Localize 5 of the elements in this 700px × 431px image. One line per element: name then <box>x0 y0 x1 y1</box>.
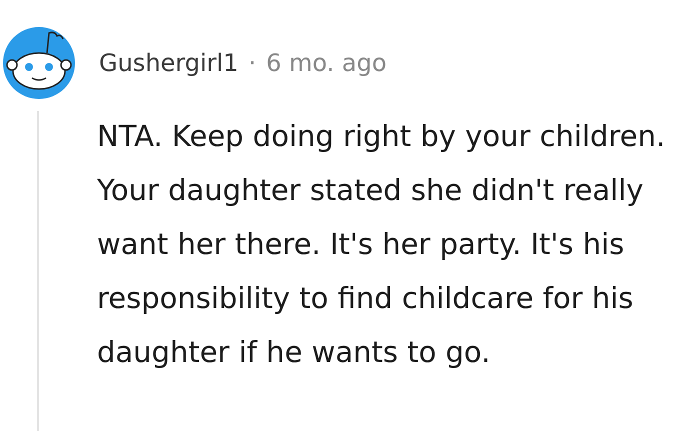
comment-text: NTA. Keep doing right by your children. Your daughter stated she didn't really want her there. It's her party. It's his responsibility to find childcare for his daughter if he wants to go. <box>97 118 666 371</box>
username[interactable]: Gushergirl1 <box>99 49 238 77</box>
separator-dot: · <box>248 49 256 77</box>
timestamp: 6 mo. ago <box>266 49 387 77</box>
avatar-icon <box>3 27 75 99</box>
